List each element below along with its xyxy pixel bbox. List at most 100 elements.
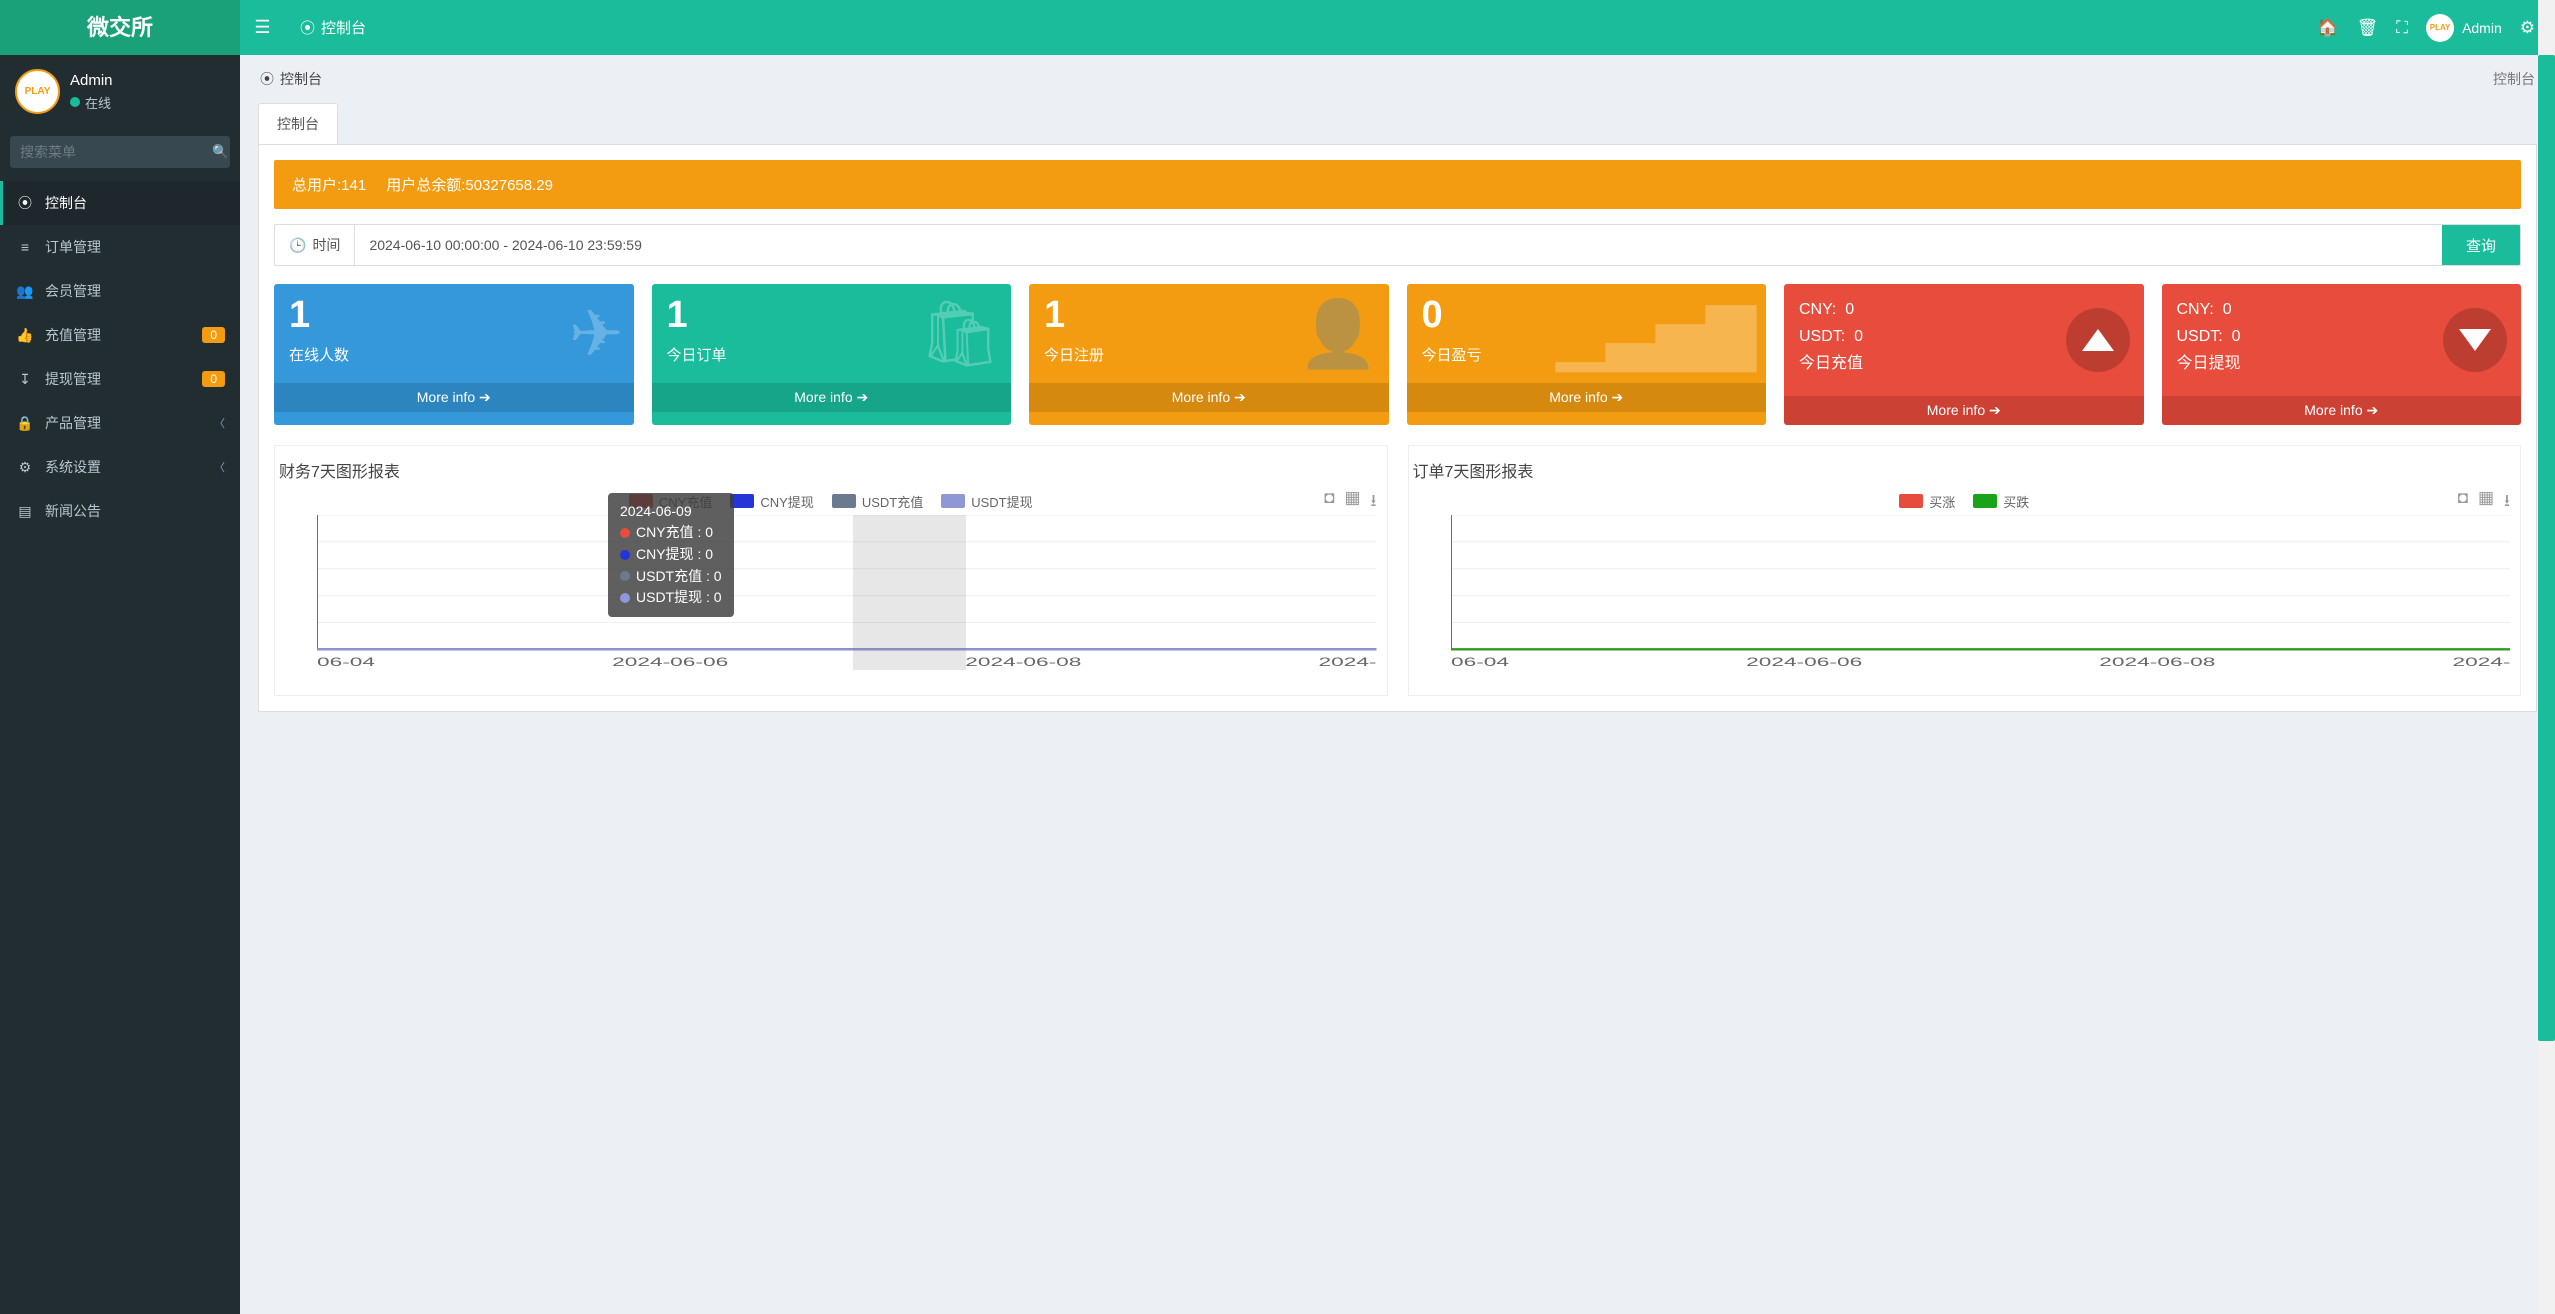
chart-tool-data-icon[interactable]: ◘ xyxy=(2458,488,2468,517)
search-icon: 🔍 xyxy=(212,144,229,159)
time-filter-label: 🕒 时间 xyxy=(275,225,355,265)
sidebar-item-订单管理[interactable]: ≡订单管理 xyxy=(0,225,240,269)
total-users-label: 总用户: xyxy=(292,177,341,194)
stat-register-more[interactable]: More info ➔ xyxy=(1029,383,1389,412)
user-name: Admin xyxy=(70,72,113,89)
svg-text:2024-06-08: 2024-06-08 xyxy=(965,654,1081,668)
menu-label: 控制台 xyxy=(45,193,87,213)
tooltip-row: USDT提现 : 0 xyxy=(620,587,722,609)
chart-tool-download-icon[interactable]: ⭳ xyxy=(1371,488,1377,517)
menu-search[interactable]: 🔍 xyxy=(10,136,230,168)
chart-hover-band xyxy=(853,515,966,670)
arrow-up-circle-icon xyxy=(2066,308,2130,372)
stat-orders-more[interactable]: More info ➔ xyxy=(652,383,1012,412)
tooltip-dot-icon xyxy=(620,528,630,538)
chart-tool-grid-icon[interactable]: ▦ xyxy=(1344,488,1360,517)
legend-item[interactable]: USDT提现 xyxy=(941,492,1032,511)
breadcrumb-left: 控制台 xyxy=(280,69,322,89)
menu-icon: 👍 xyxy=(15,327,35,344)
chart-finance-legend: CNY充值CNY提现USDT充值USDT提现 ◘ ▦ ⭳ xyxy=(275,488,1387,515)
menu-search-input[interactable] xyxy=(10,136,211,168)
legend-item[interactable]: CNY提现 xyxy=(730,492,813,511)
scrollbar-thumb[interactable] xyxy=(2538,55,2555,1041)
sidebar-item-产品管理[interactable]: 🔒产品管理〈 xyxy=(0,401,240,445)
time-filter: 🕒 时间 查询 xyxy=(274,224,2521,266)
chart-tool-download-icon[interactable]: ⭳ xyxy=(2504,488,2510,517)
recharge-usdt-value: 0 xyxy=(1854,328,1863,345)
topbar-crumb-label: 控制台 xyxy=(321,17,366,38)
stat-profit: 0 今日盈亏 ▁▃▅▇ More info ➔ xyxy=(1407,284,1767,425)
trash-icon[interactable]: 🗑 xyxy=(2357,18,2379,38)
sidebar-item-提现管理[interactable]: ↧提现管理0 xyxy=(0,357,240,401)
sidebar-item-充值管理[interactable]: 👍充值管理0 xyxy=(0,313,240,357)
withdraw-usdt-label: USDT: xyxy=(2177,328,2223,345)
menu-icon: ⦿ xyxy=(15,193,35,213)
legend-label: CNY提现 xyxy=(760,492,813,511)
user-status-text: 在线 xyxy=(85,93,111,112)
recharge-cny-value: 0 xyxy=(1845,301,1854,318)
topbar-avatar: PLAY xyxy=(2426,14,2454,42)
arrow-right-icon: ➔ xyxy=(1989,402,2001,418)
menu-label: 会员管理 xyxy=(45,281,101,301)
topbar-user[interactable]: PLAY Admin xyxy=(2426,14,2502,42)
tooltip-date: 2024-06-09 xyxy=(620,501,722,523)
chart-finance-plot[interactable]: 2024-06-09 CNY充值 : 0CNY提现 : 0USDT充值 : 0U… xyxy=(275,515,1387,695)
tooltip-text: CNY充值 : 0 xyxy=(636,522,713,544)
stat-register: 1 今日注册 👤 More info ➔ xyxy=(1029,284,1389,425)
stat-online: 1 在线人数 ✈ More info ➔ xyxy=(274,284,634,425)
chart-tool-grid-icon[interactable]: ▦ xyxy=(2478,488,2494,517)
legend-label: USDT提现 xyxy=(971,492,1032,511)
home-icon[interactable]: 🏠 xyxy=(2317,18,2338,38)
arrow-down-circle-icon xyxy=(2443,308,2507,372)
topbar-dashboard-tab[interactable]: ⦿ 控制台 xyxy=(285,0,381,55)
legend-item[interactable]: 买跌 xyxy=(1973,492,2029,511)
settings-icon[interactable]: ⚙ xyxy=(2520,18,2535,38)
menu-icon: ⚙ xyxy=(15,459,35,476)
arrow-right-icon: ➔ xyxy=(1234,389,1246,405)
scrollbar-track[interactable] xyxy=(2538,0,2555,1314)
tooltip-dot-icon xyxy=(620,550,630,560)
brand-logo: 微交所 xyxy=(0,0,240,55)
stat-withdraw-more[interactable]: More info ➔ xyxy=(2162,396,2522,425)
stat-orders: 1 今日订单 🛍 More info ➔ xyxy=(652,284,1012,425)
withdraw-cny-value: 0 xyxy=(2223,301,2232,318)
total-balance-value: 50327658.29 xyxy=(465,177,553,194)
svg-text:2024-06-06: 2024-06-06 xyxy=(1746,654,1862,668)
user-plus-icon: 👤 xyxy=(1298,296,1379,372)
sidebar-item-控制台[interactable]: ⦿ 控制台 xyxy=(0,181,240,225)
sidebar-item-新闻公告[interactable]: ▤新闻公告 xyxy=(0,489,240,533)
stat-recharge-more[interactable]: More info ➔ xyxy=(1784,396,2144,425)
chart-orders: 订单7天图形报表 买涨买跌 ◘ ▦ ⭳ 00.20.40.60.812024-0… xyxy=(1408,445,2522,696)
menu-search-button[interactable]: 🔍 xyxy=(211,136,230,168)
time-range-input[interactable] xyxy=(355,225,2442,265)
recharge-usdt-label: USDT: xyxy=(1799,328,1845,345)
chart-tool-data-icon[interactable]: ◘ xyxy=(1324,488,1334,517)
sidebar-toggle-button[interactable]: ☰ xyxy=(240,17,285,38)
chart-tooltip: 2024-06-09 CNY充值 : 0CNY提现 : 0USDT充值 : 0U… xyxy=(608,493,734,617)
chevron-left-icon: 〈 xyxy=(214,459,225,475)
sidebar-item-系统设置[interactable]: ⚙ 系统设置 〈 xyxy=(0,445,240,489)
legend-item[interactable]: 买涨 xyxy=(1899,492,1955,511)
tooltip-dot-icon xyxy=(620,571,630,581)
arrow-right-icon: ➔ xyxy=(479,389,491,405)
menu-label: 系统设置 xyxy=(45,457,101,477)
sidebar-item-会员管理[interactable]: 👥会员管理 xyxy=(0,269,240,313)
summary-alert: 总用户:141 用户总余额:50327658.29 xyxy=(274,160,2521,209)
withdraw-usdt-value: 0 xyxy=(2232,328,2241,345)
chart-orders-title: 订单7天图形报表 xyxy=(1409,446,2521,488)
bars-icon: ▁▃▅▇ xyxy=(1556,296,1756,372)
fullscreen-icon[interactable]: ⛶ xyxy=(2396,18,2408,38)
recharge-cny-label: CNY: xyxy=(1799,301,1836,318)
menu-icon: ≡ xyxy=(15,239,35,255)
stat-online-more[interactable]: More info ➔ xyxy=(274,383,634,412)
menu-label: 充值管理 xyxy=(45,325,101,345)
query-button[interactable]: 查询 xyxy=(2442,225,2520,265)
stat-profit-more[interactable]: More info ➔ xyxy=(1407,383,1767,412)
chart-orders-plot[interactable]: 00.20.40.60.812024-06-042024-06-062024-0… xyxy=(1409,515,2521,695)
user-avatar: PLAY xyxy=(15,69,60,114)
breadcrumb: ⦿ 控制台 控制台 xyxy=(240,55,2555,103)
content-tab-dashboard[interactable]: 控制台 xyxy=(258,103,338,144)
tooltip-text: USDT提现 : 0 xyxy=(636,587,722,609)
legend-item[interactable]: USDT充值 xyxy=(832,492,923,511)
svg-text:2024-06-06: 2024-06-06 xyxy=(612,654,728,668)
